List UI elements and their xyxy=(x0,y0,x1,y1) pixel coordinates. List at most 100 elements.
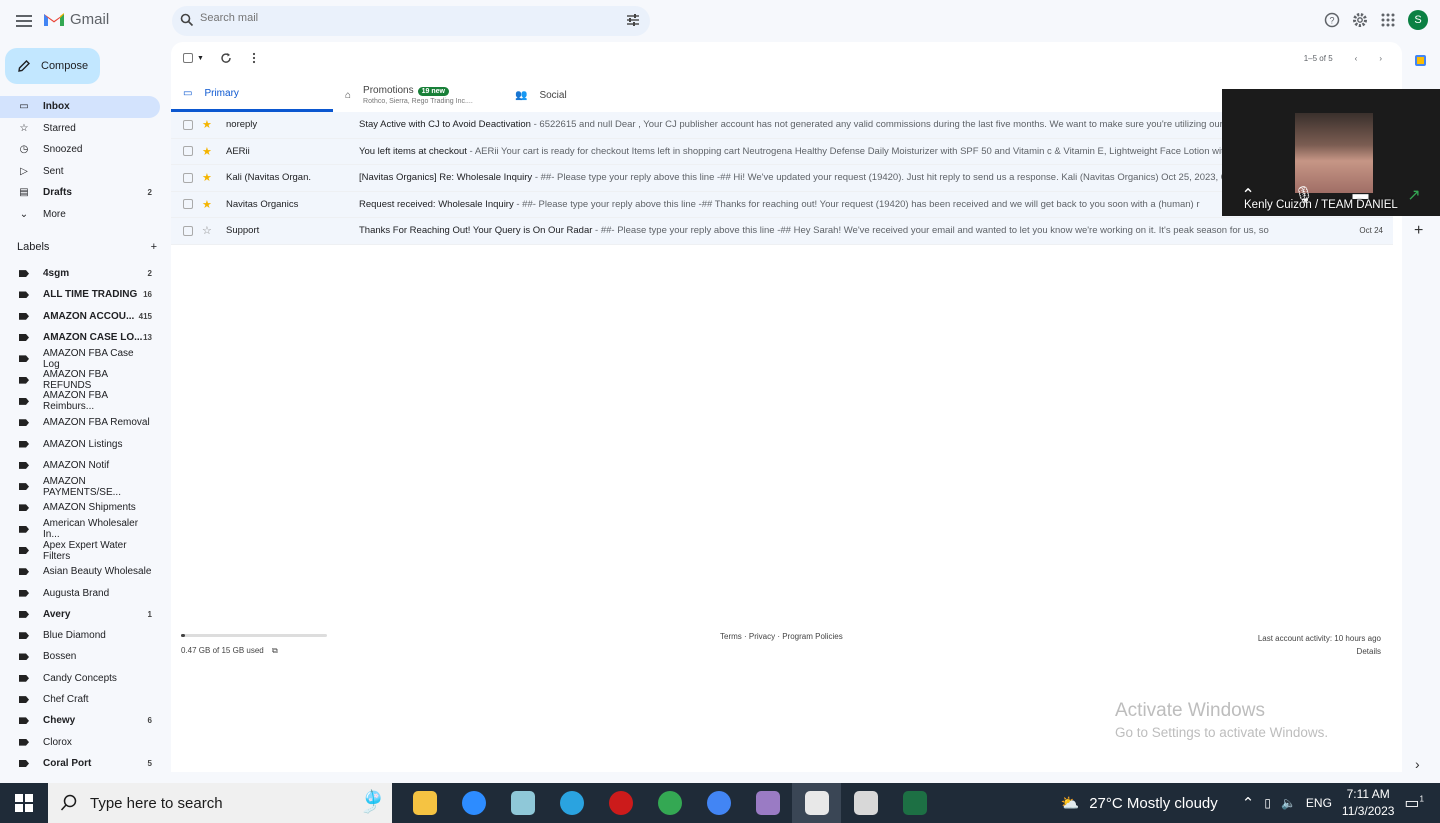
email-row[interactable]: ★ Kali (Navitas Organ. [Navitas Organics] … xyxy=(171,165,1393,192)
nav-item-snoozed[interactable]: ◷ Snoozed xyxy=(0,139,170,161)
main-menu-icon[interactable] xyxy=(14,11,34,31)
tray-chevron-icon[interactable]: ⌃ xyxy=(1242,794,1255,812)
volume-icon[interactable]: 🔈 xyxy=(1281,796,1296,810)
file-explorer-icon[interactable] xyxy=(400,783,449,823)
nav-item-starred[interactable]: ☆ Starred xyxy=(0,118,170,140)
clock[interactable]: 7:11 AM 11/3/2023 xyxy=(1342,786,1395,820)
weather-text[interactable]: 27°C Mostly cloudy xyxy=(1089,795,1218,812)
star-icon[interactable]: ★ xyxy=(202,198,212,211)
tab-social[interactable]: 👥 Social xyxy=(503,78,665,112)
notification-center-icon[interactable]: ▭1 xyxy=(1404,793,1424,813)
more-options-icon[interactable] xyxy=(248,52,260,64)
search-icon[interactable] xyxy=(180,13,194,27)
cloud-app-icon[interactable] xyxy=(792,783,841,823)
label-item[interactable]: Clorox xyxy=(0,732,170,753)
star-icon[interactable]: ★ xyxy=(202,118,212,131)
label-item[interactable]: AMAZON Notif xyxy=(0,455,170,476)
taskbar-search[interactable]: Type here to search 🎐 xyxy=(48,783,392,823)
opera-icon[interactable] xyxy=(596,783,645,823)
label-item[interactable]: AMAZON CASE LO... 13 xyxy=(0,327,170,348)
star-icon[interactable]: ★ xyxy=(202,171,212,184)
network-icon[interactable]: ▯ xyxy=(1264,796,1271,810)
settings-gear-icon[interactable] xyxy=(1352,12,1368,28)
label-item[interactable]: Avery 1 xyxy=(0,604,170,625)
label-tag-icon xyxy=(18,504,30,512)
account-avatar[interactable]: S xyxy=(1408,10,1428,30)
label-item[interactable]: AMAZON PAYMENTS/SE... xyxy=(0,476,170,498)
calculator-icon[interactable] xyxy=(841,783,890,823)
search-bar[interactable] xyxy=(172,6,650,36)
label-item[interactable]: AMAZON FBA Removal xyxy=(0,412,170,433)
gmail-logo[interactable]: Gmail xyxy=(43,11,109,28)
nav-item-inbox[interactable]: ▭ Inbox xyxy=(0,96,160,118)
add-addon-icon[interactable]: + xyxy=(1414,222,1423,240)
email-row[interactable]: ★ AERii You left items at checkout - AERii… xyxy=(171,138,1393,165)
label-item[interactable]: Chef Craft xyxy=(0,689,170,710)
notepad-icon[interactable] xyxy=(498,783,547,823)
label-item[interactable]: AMAZON FBA Reimburs... xyxy=(0,390,170,412)
chevron-down-icon: ⌄ xyxy=(19,208,29,220)
label-item[interactable]: Candy Concepts xyxy=(0,668,170,689)
nav-item-sent[interactable]: ▷ Sent xyxy=(0,161,170,183)
label-item[interactable]: AMAZON Listings xyxy=(0,433,170,454)
popout-icon[interactable]: ↗ xyxy=(1407,185,1420,205)
email-row[interactable]: ★ noreply Stay Active with CJ to Avoid Dea… xyxy=(171,112,1393,139)
label-item[interactable]: Coral Port 5 xyxy=(0,753,170,774)
label-item[interactable]: AMAZON FBA REFUNDS xyxy=(0,369,170,391)
row-checkbox[interactable] xyxy=(183,146,193,157)
excel-icon[interactable] xyxy=(890,783,939,823)
search-options-icon[interactable] xyxy=(626,13,640,27)
footer-links[interactable]: Terms · Privacy · Program Policies xyxy=(720,632,843,641)
row-checkbox[interactable] xyxy=(183,172,193,183)
row-checkbox[interactable] xyxy=(183,225,193,236)
label-item[interactable]: AMAZON Shipments xyxy=(0,497,170,518)
anime-app-icon[interactable] xyxy=(743,783,792,823)
labels-list: 4sgm 2 ALL TIME TRADING 16 AMAZON ACCOU... 41… xyxy=(0,263,170,774)
compose-button[interactable]: Compose xyxy=(5,48,100,84)
nav-item-more[interactable]: ⌄ More xyxy=(0,204,170,226)
weather-cloud-icon[interactable]: ⛅ xyxy=(1061,794,1080,812)
open-storage-icon[interactable]: ⧉ xyxy=(272,646,278,655)
row-checkbox[interactable] xyxy=(183,119,193,130)
email-row[interactable]: ☆ Support Thanks For Reaching Out! Your Qu… xyxy=(171,218,1393,245)
label-item[interactable]: Augusta Brand xyxy=(0,582,170,603)
label-item[interactable]: Apex Expert Water Filters xyxy=(0,540,170,562)
select-all-checkbox[interactable]: ▼ xyxy=(183,53,204,63)
tab-primary[interactable]: ▭ Primary xyxy=(171,78,333,112)
star-icon[interactable]: ☆ xyxy=(202,224,212,237)
chrome-profile-icon[interactable] xyxy=(694,783,743,823)
apps-grid-icon[interactable] xyxy=(1380,12,1396,28)
label-item[interactable]: AMAZON ACCOU... 415 xyxy=(0,306,170,327)
calendar-icon[interactable] xyxy=(1415,55,1426,66)
search-input[interactable] xyxy=(200,12,600,24)
windows-start-icon[interactable] xyxy=(0,783,48,823)
tab-promotions[interactable]: ⌂ Promotions 19 new Rothco, Sierra, Rego Tr… xyxy=(333,78,503,112)
language-indicator[interactable]: ENG xyxy=(1306,796,1332,810)
refresh-icon[interactable] xyxy=(220,52,232,64)
label-item[interactable]: American Wholesaler In... xyxy=(0,518,170,541)
row-checkbox[interactable] xyxy=(183,199,193,210)
label-item[interactable]: 4sgm 2 xyxy=(0,263,170,284)
email-row[interactable]: ★ Navitas Organics Request received: Whole… xyxy=(171,191,1393,218)
star-icon[interactable]: ★ xyxy=(202,145,212,158)
help-icon[interactable]: ? xyxy=(1324,12,1340,28)
next-page-icon[interactable]: › xyxy=(1379,54,1382,63)
label-tag-icon xyxy=(18,547,30,554)
label-item[interactable]: AMAZON FBA Case Log xyxy=(0,348,170,370)
previous-page-icon[interactable]: ‹ xyxy=(1355,54,1358,63)
label-item[interactable]: Chewy 6 xyxy=(0,710,170,731)
nav-item-drafts[interactable]: ▤ Drafts 2 xyxy=(0,182,170,204)
details-link[interactable]: Details xyxy=(1258,645,1381,658)
label-item[interactable]: Bossen xyxy=(0,646,170,667)
label-item[interactable]: ALL TIME TRADING 16 xyxy=(0,284,170,305)
expand-panel-icon[interactable]: › xyxy=(1415,756,1420,772)
telegram-icon[interactable] xyxy=(547,783,596,823)
chrome-icon[interactable] xyxy=(645,783,694,823)
label-name: American Wholesaler In... xyxy=(43,518,139,541)
zoom-icon[interactable] xyxy=(449,783,498,823)
notification-count: 1 xyxy=(1419,794,1424,804)
video-call-overlay[interactable]: ⌃ 🎙 ▬ ↗ Kenly Cuizon / TEAM DANIEL xyxy=(1222,89,1440,216)
add-label-icon[interactable]: + xyxy=(151,241,157,253)
label-item[interactable]: Asian Beauty Wholesale xyxy=(0,561,170,582)
label-item[interactable]: Blue Diamond xyxy=(0,625,170,646)
